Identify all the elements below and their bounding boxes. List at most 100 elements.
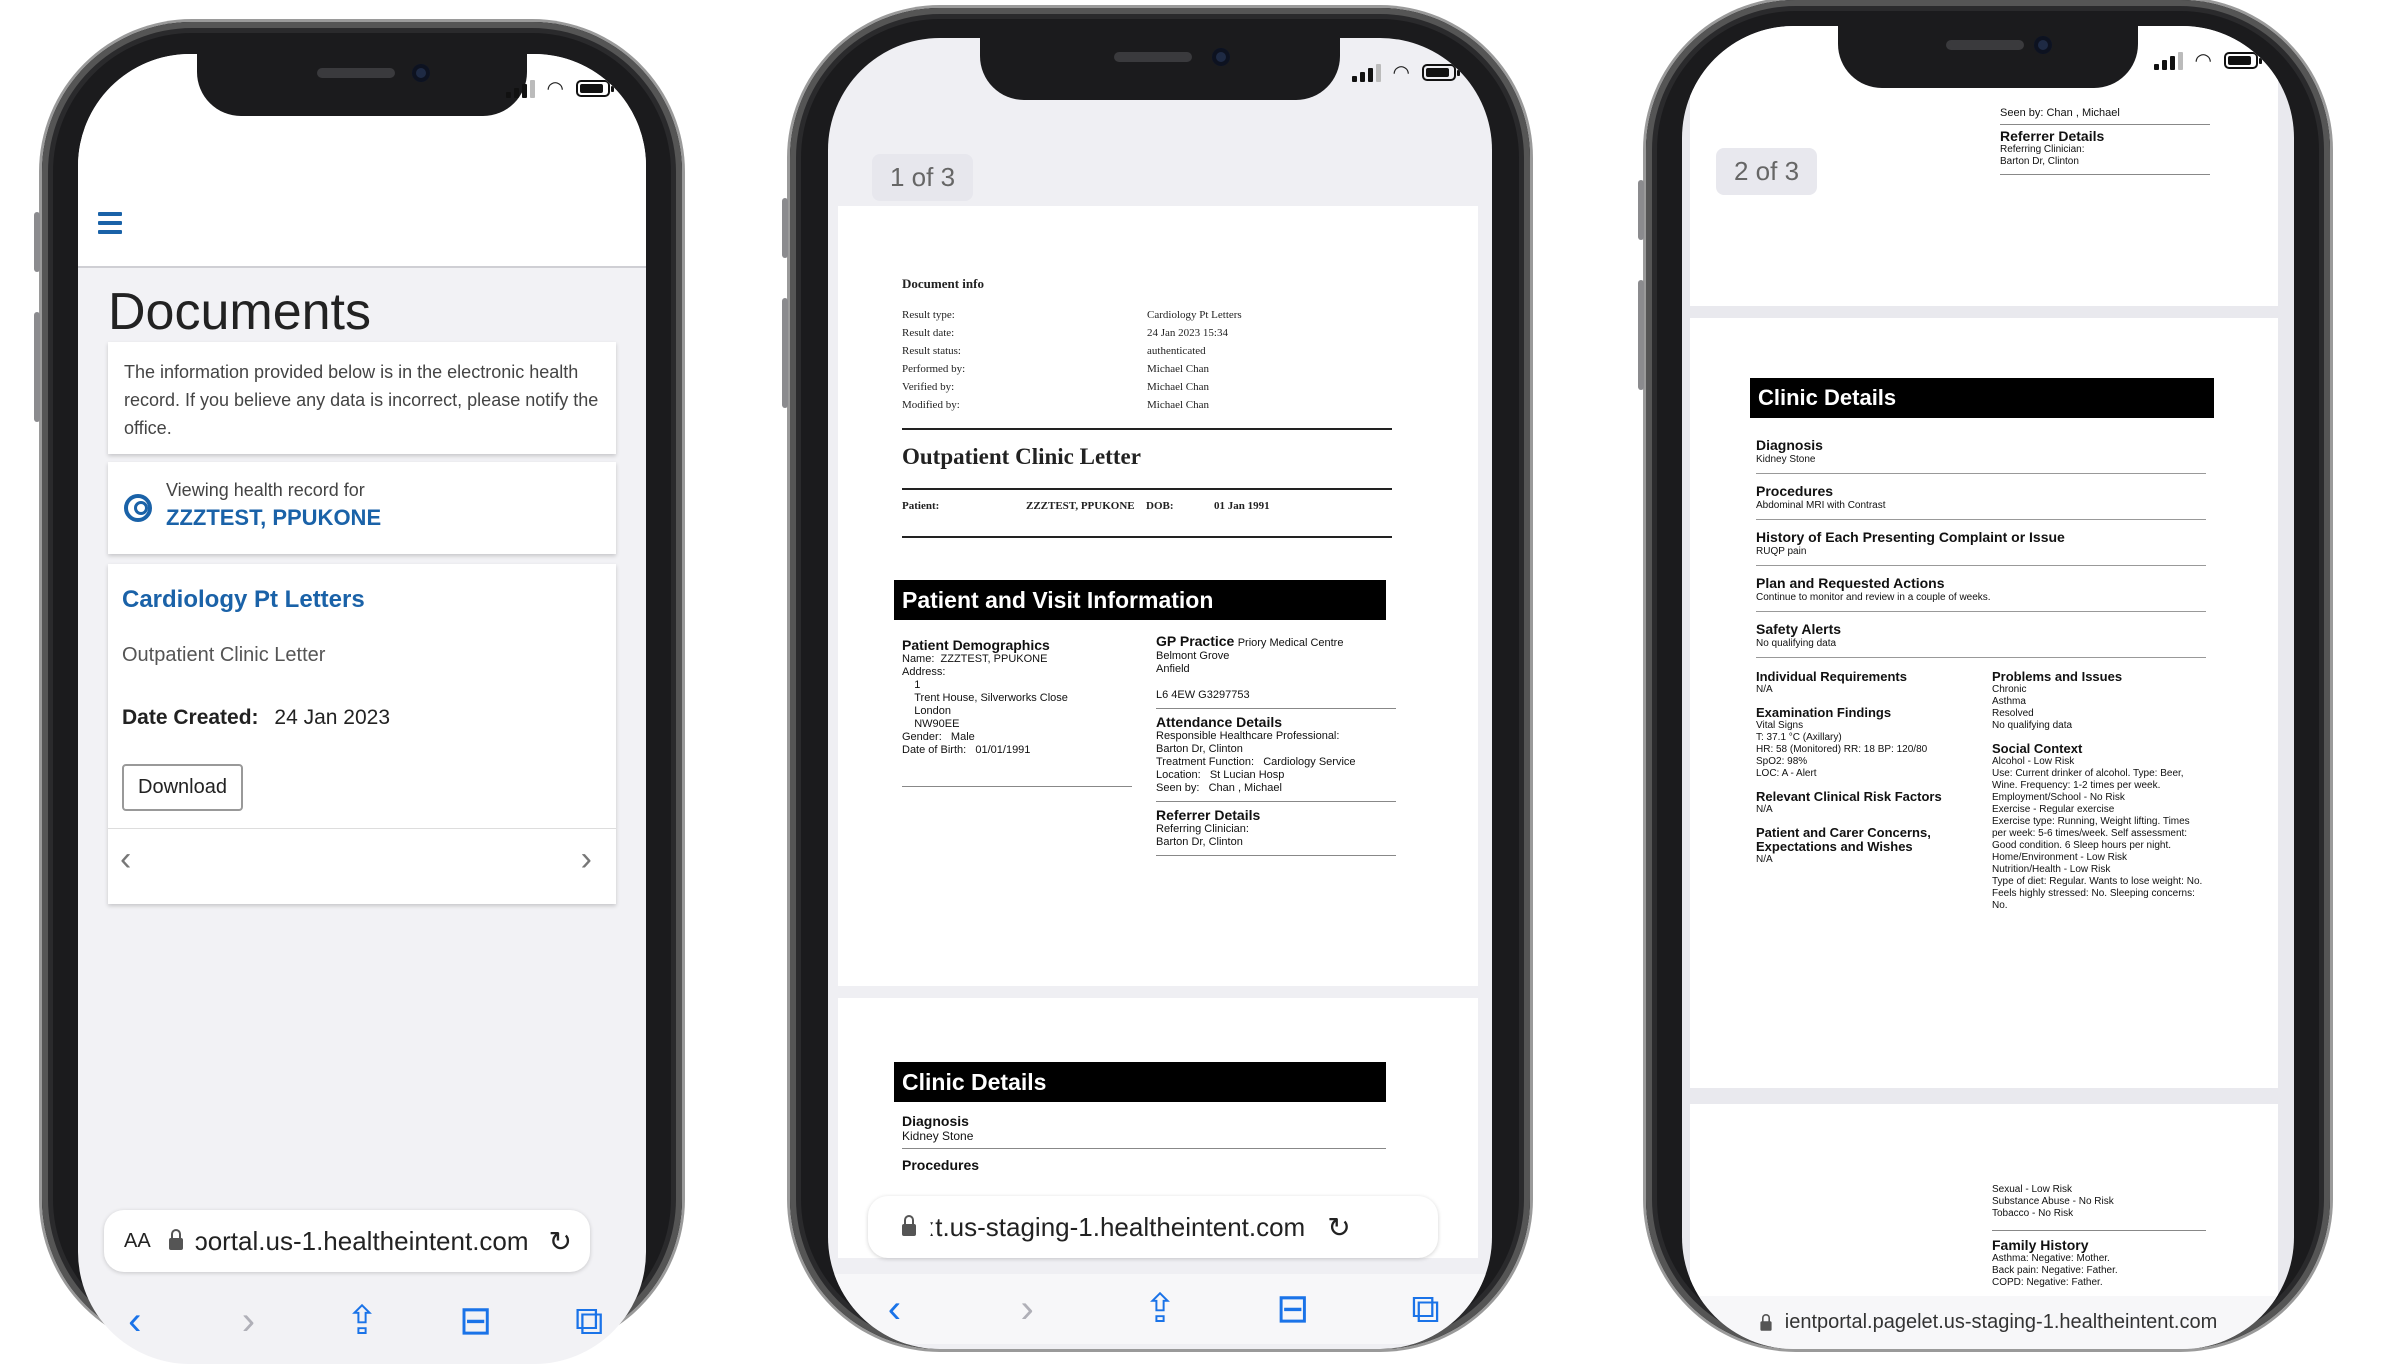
dob-value: 01 Jan 1991 [1214, 500, 1270, 512]
pdf-page-3: Sexual - Low Risk Substance Abuse - No Ri… [1690, 1104, 2278, 1304]
address-bar[interactable]: AA ɔortal.us-1.healtheintent.com ↻ [104, 1210, 590, 1272]
url-footer[interactable]: ientportal.pagelet.us-staging-1.healthei… [1682, 1296, 2294, 1349]
divider [902, 786, 1132, 787]
risk-line: Substance Abuse - No Risk [1992, 1196, 2114, 1207]
patient-label: Patient: [902, 500, 940, 512]
diagnosis-value: Kidney Stone [902, 1129, 974, 1143]
attendance-line: Seen by: Chan , Michael [1156, 782, 1282, 794]
document-info-row: Verified by: Michael Chan [902, 378, 1392, 396]
bookmarks-icon[interactable]: ⊟ [446, 1298, 506, 1344]
forward-icon[interactable]: › [218, 1299, 278, 1344]
info-value: 24 Jan 2023 15:34 [1147, 327, 1228, 339]
gp-line: L6 4EW G3297753 [1156, 689, 1250, 701]
side-button [782, 198, 788, 258]
text-size-button[interactable]: AA [124, 1230, 151, 1253]
diagnosis: Diagnosis Kidney Stone [902, 1114, 973, 1143]
viewing-label: Viewing health record for [166, 480, 365, 500]
demographics-line: Gender: Male [902, 731, 975, 743]
info-key: Result status: [902, 345, 961, 357]
lock-icon [168, 1229, 183, 1250]
clinic-item: Procedures Abdominal MRI with Contrast [1756, 480, 2206, 520]
url-text[interactable]: ːt.us-staging-1.healtheintent.com [928, 1212, 1305, 1243]
divider [902, 488, 1392, 490]
clinic-item-heading: Procedures [1756, 483, 1834, 499]
date-value: 24 Jan 2023 [274, 706, 390, 729]
status-bar: ◠ [2153, 48, 2262, 73]
divider [1156, 855, 1396, 856]
document-link[interactable]: Cardiology Pt Letters [122, 586, 365, 614]
column-section-line: Exercise - Regular exercise [1992, 804, 2115, 815]
divider [2000, 174, 2210, 175]
forward-icon[interactable]: › [997, 1287, 1057, 1332]
next-page-icon[interactable]: › [581, 840, 592, 879]
notice-text: The information provided below is in the… [124, 362, 599, 438]
previous-page-icon[interactable]: ‹ [120, 840, 131, 879]
document-info-row: Result status: authenticated [902, 342, 1392, 360]
clinic-item-heading: Plan and Requested Actions [1756, 575, 1945, 591]
bookmarks-icon[interactable]: ⊟ [1263, 1286, 1323, 1332]
tabs-icon[interactable]: ⧉ [1396, 1287, 1456, 1332]
pdf-page-2: Clinic Details Diagnosis Kidney Stone Proc… [1690, 318, 2278, 1088]
clinic-item: Diagnosis Kidney Stone [1756, 434, 2206, 474]
procedures-label: Procedures [902, 1157, 980, 1173]
column-section-line: Home/Environment - Low Risk [1992, 852, 2128, 863]
column-section-heading: Problems and Issues [1992, 669, 2123, 684]
info-value: Michael Chan [1147, 363, 1210, 375]
tabs-icon[interactable]: ⧉ [559, 1299, 619, 1344]
share-icon[interactable]: ⇪ [332, 1298, 392, 1344]
page-title: Documents [108, 283, 371, 341]
reload-icon[interactable]: ↻ [1327, 1211, 1350, 1244]
patient-row: Patient: ZZZTEST, PPUKONE DOB: 01 Jan 19… [902, 500, 1392, 512]
left-column: Individual Requirements N/A Examination Fi… [1756, 670, 1978, 876]
column-section-heading: Examination Findings [1756, 705, 1892, 720]
back-icon[interactable]: ‹ [105, 1299, 165, 1344]
side-button [782, 298, 788, 408]
column-section-heading: Individual Requirements [1756, 669, 1907, 684]
url-text[interactable]: ientportal.pagelet.us-staging-1.healthei… [1785, 1311, 2218, 1334]
info-key: Verified by: [902, 381, 955, 393]
patient-name: ZZZTEST, PPUKONE [166, 505, 382, 530]
document-info-heading: Document info [902, 276, 984, 291]
divider [1156, 708, 1396, 709]
side-button [1638, 280, 1644, 390]
column-section-line: Type of diet: Regular. Wants to lose wei… [1992, 876, 2203, 911]
referrer-heading: Referrer Details [1156, 807, 1261, 823]
family-heading: Family History [1992, 1237, 2089, 1253]
pdf-page-1: Document info Result type: Cardiology Pt … [838, 206, 1478, 986]
document-info-rows: Result type: Cardiology Pt Letters Result … [902, 306, 1392, 414]
clinic-item-value: RUQP pain [1756, 546, 1807, 557]
download-button[interactable]: Download [122, 764, 243, 811]
notch [1838, 26, 2138, 88]
signal-icon [1351, 63, 1381, 82]
document-info-row: Performed by: Michael Chan [902, 360, 1392, 378]
phone-2-screen: ◠ 1 of 3 Document info Result type: Cardi… [828, 38, 1492, 1349]
column-section-line: N/A [1756, 854, 1773, 865]
notch [197, 54, 527, 116]
attendance-lines: Responsible Healthcare Professional: Bart… [1156, 730, 1396, 795]
patient-card: Viewing health record for ZZZTEST, PPUKO… [108, 462, 616, 554]
reload-icon[interactable]: ↻ [549, 1225, 572, 1258]
demographics-lines: Name: ZZZTEST, PPUKONE Address: 1 Trent H… [902, 653, 1132, 757]
clinic-item-value: Kidney Stone [1756, 454, 1816, 465]
hamburger-menu-icon[interactable] [98, 212, 122, 239]
signal-icon [505, 79, 535, 98]
demographics-line: 1 [902, 679, 921, 691]
divider [902, 1148, 1386, 1149]
patient-demographics: Patient Demographics Name: ZZZTEST, PPUK… [902, 638, 1132, 757]
back-icon[interactable]: ‹ [864, 1287, 924, 1332]
info-key: Result date: [902, 327, 955, 339]
document-info-row: Result date: 24 Jan 2023 15:34 [902, 324, 1392, 342]
wifi-icon: ◠ [1392, 62, 1410, 84]
column-section-line: Exercise type: Running, Weight lifting. … [1992, 816, 2190, 851]
share-icon[interactable]: ⇪ [1130, 1286, 1190, 1332]
phone-3-screen: ◠ Seen by: Chan , Michael Referrer Detai… [1682, 26, 2294, 1349]
page-3-lines: Sexual - Low Risk Substance Abuse - No Ri… [1992, 1184, 2206, 1220]
page-counter: 1 of 3 [872, 154, 974, 201]
column-section-line: Vital Signs [1756, 720, 1804, 731]
page-counter: 2 of 3 [1716, 148, 1818, 195]
url-text[interactable]: ɔortal.us-1.healtheintent.com [195, 1226, 529, 1257]
family-history: Family History Asthma: Negative: Mother.… [1992, 1238, 2206, 1289]
column-section-line: Chronic [1992, 684, 2027, 695]
address-bar[interactable]: ːt.us-staging-1.healtheintent.com ↻ [868, 1196, 1438, 1258]
gp-line: Anfield [1156, 663, 1190, 675]
